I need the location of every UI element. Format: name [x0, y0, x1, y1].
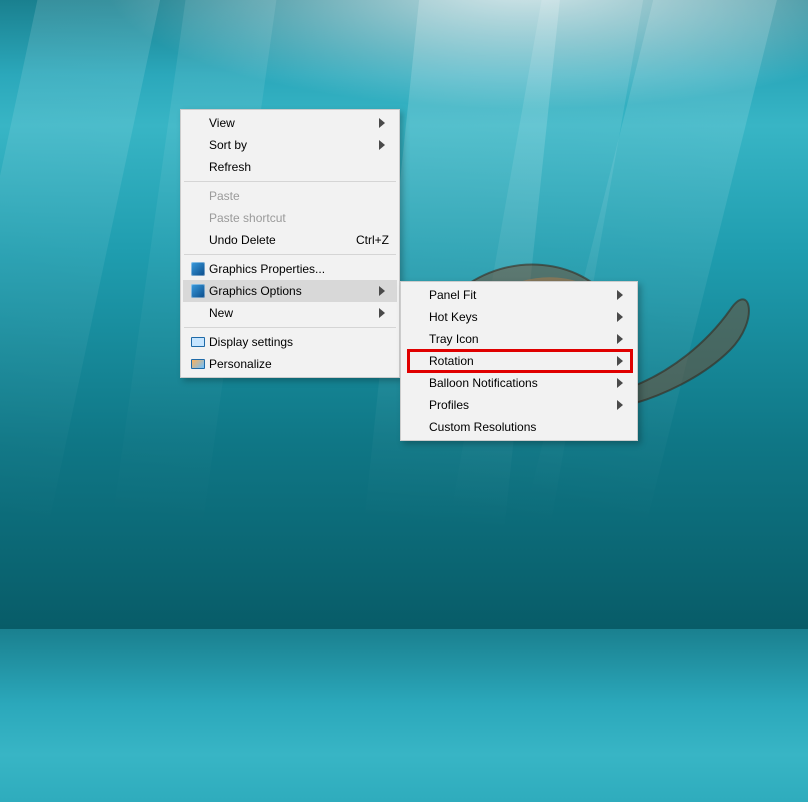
blank-icon	[407, 375, 429, 391]
menu-item-undo-delete[interactable]: Undo Delete Ctrl+Z	[183, 229, 397, 251]
menu-item-rotation[interactable]: Rotation	[403, 350, 635, 372]
menu-label: Sort by	[209, 138, 379, 152]
menu-item-personalize[interactable]: Personalize	[183, 353, 397, 375]
menu-label: Personalize	[209, 357, 379, 371]
menu-label: Custom Resolutions	[429, 420, 617, 434]
submenu-arrow-icon	[617, 400, 627, 410]
menu-label: Paste shortcut	[209, 211, 379, 225]
menu-shortcut: Ctrl+Z	[336, 233, 389, 247]
menu-label: Tray Icon	[429, 332, 617, 346]
menu-divider	[184, 181, 396, 182]
menu-label: Undo Delete	[209, 233, 336, 247]
menu-label: Refresh	[209, 160, 379, 174]
blank-icon	[407, 309, 429, 325]
blank-icon	[407, 397, 429, 413]
blank-icon	[187, 305, 209, 321]
menu-item-custom-resolutions[interactable]: Custom Resolutions	[403, 416, 635, 438]
menu-item-paste-shortcut: Paste shortcut	[183, 207, 397, 229]
menu-item-graphics-options[interactable]: Graphics Options	[183, 280, 397, 302]
submenu-arrow-icon	[379, 140, 389, 150]
submenu-arrow-icon	[617, 290, 627, 300]
menu-label: Graphics Options	[209, 284, 379, 298]
menu-item-paste: Paste	[183, 185, 397, 207]
menu-item-view[interactable]: View	[183, 112, 397, 134]
submenu-arrow-icon	[617, 378, 627, 388]
menu-label: Panel Fit	[429, 288, 617, 302]
blank-icon	[407, 287, 429, 303]
menu-label: Balloon Notifications	[429, 376, 617, 390]
blank-icon	[407, 331, 429, 347]
menu-item-display-settings[interactable]: Display settings	[183, 331, 397, 353]
blank-icon	[407, 353, 429, 369]
blank-icon	[187, 115, 209, 131]
menu-label: Hot Keys	[429, 310, 617, 324]
personalize-icon	[187, 356, 209, 372]
menu-item-tray-icon[interactable]: Tray Icon	[403, 328, 635, 350]
blank-icon	[187, 159, 209, 175]
menu-label: View	[209, 116, 379, 130]
blank-icon	[407, 419, 429, 435]
blank-icon	[187, 232, 209, 248]
menu-divider	[184, 254, 396, 255]
submenu-arrow-icon	[379, 308, 389, 318]
menu-label: Rotation	[429, 354, 617, 368]
blank-icon	[187, 137, 209, 153]
menu-label: Paste	[209, 189, 379, 203]
menu-item-graphics-properties[interactable]: Graphics Properties...	[183, 258, 397, 280]
menu-item-balloon-notifications[interactable]: Balloon Notifications	[403, 372, 635, 394]
menu-label: Display settings	[209, 335, 379, 349]
menu-item-sort-by[interactable]: Sort by	[183, 134, 397, 156]
menu-item-hot-keys[interactable]: Hot Keys	[403, 306, 635, 328]
submenu-arrow-icon	[617, 312, 627, 322]
menu-divider	[184, 327, 396, 328]
blank-icon	[187, 210, 209, 226]
menu-label: Profiles	[429, 398, 617, 412]
desktop-context-menu: View Sort by Refresh Paste Paste shortcu…	[180, 109, 400, 378]
menu-item-refresh[interactable]: Refresh	[183, 156, 397, 178]
display-icon	[187, 334, 209, 350]
menu-label: Graphics Properties...	[209, 262, 379, 276]
menu-item-new[interactable]: New	[183, 302, 397, 324]
submenu-arrow-icon	[617, 356, 627, 366]
menu-item-panel-fit[interactable]: Panel Fit	[403, 284, 635, 306]
graphics-options-submenu: Panel Fit Hot Keys Tray Icon Rotation Ba…	[400, 281, 638, 441]
submenu-arrow-icon	[617, 334, 627, 344]
intel-graphics-icon	[187, 283, 209, 299]
menu-item-profiles[interactable]: Profiles	[403, 394, 635, 416]
submenu-arrow-icon	[379, 286, 389, 296]
blank-icon	[187, 188, 209, 204]
menu-label: New	[209, 306, 379, 320]
intel-graphics-icon	[187, 261, 209, 277]
submenu-arrow-icon	[379, 118, 389, 128]
